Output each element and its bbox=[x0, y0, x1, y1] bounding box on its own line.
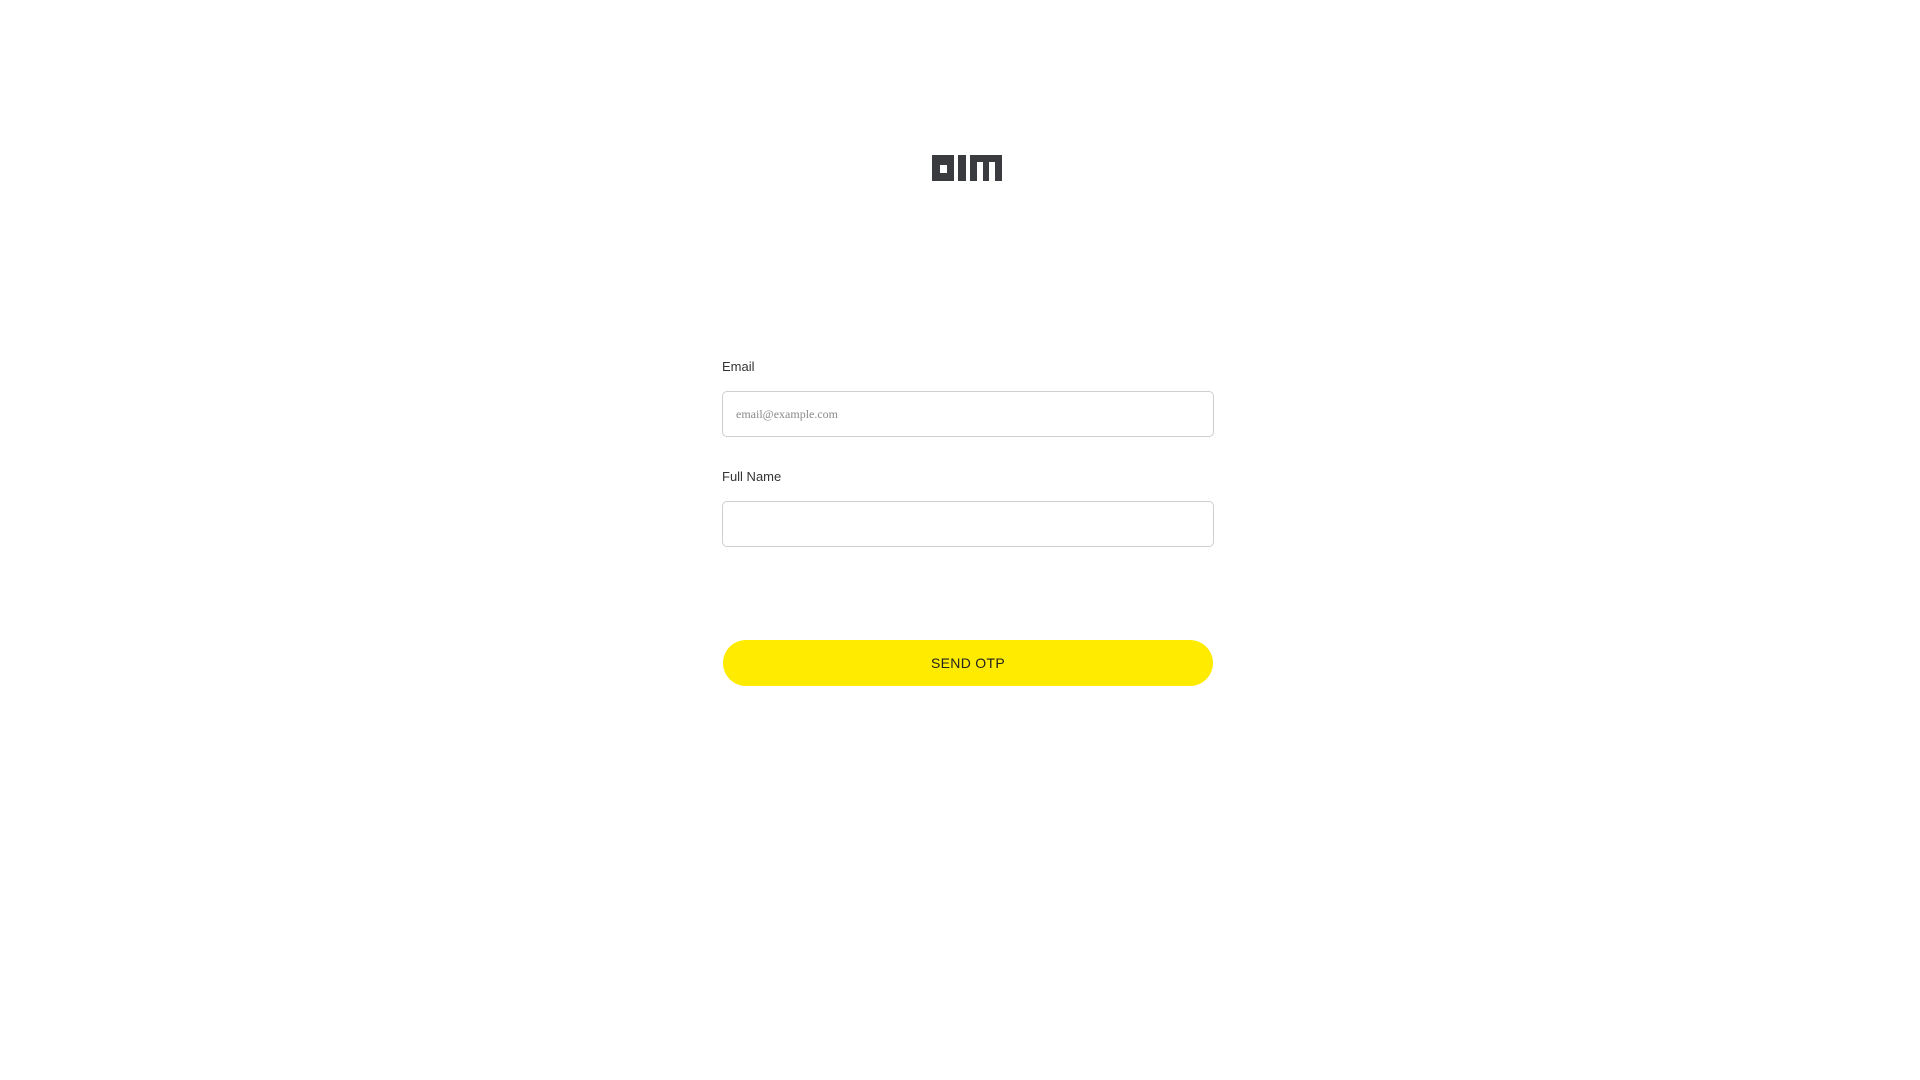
aim-logo-icon bbox=[932, 155, 1002, 181]
full-name-label: Full Name bbox=[722, 469, 782, 484]
email-label: Email bbox=[722, 359, 755, 374]
full-name-field[interactable] bbox=[722, 501, 1214, 547]
email-field[interactable] bbox=[722, 391, 1214, 437]
signup-page: Email Full Name SEND OTP bbox=[0, 0, 1920, 1080]
send-otp-button[interactable]: SEND OTP bbox=[723, 640, 1213, 686]
signup-form: Email Full Name SEND OTP bbox=[722, 356, 1214, 686]
brand-logo bbox=[932, 155, 1002, 181]
